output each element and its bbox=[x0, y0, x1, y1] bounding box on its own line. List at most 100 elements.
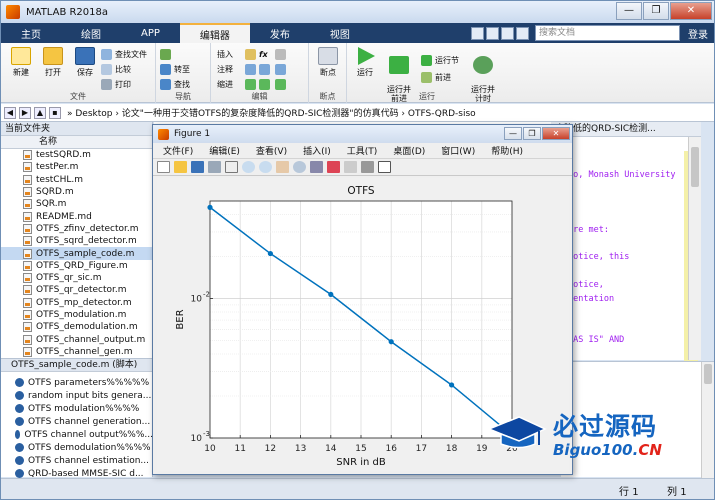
run-button[interactable]: 运行 bbox=[349, 47, 381, 78]
tab-plots[interactable]: 绘图 bbox=[61, 23, 121, 43]
tab-publish[interactable]: 发布 bbox=[250, 23, 310, 43]
back-forward-button[interactable] bbox=[160, 47, 174, 61]
code-section-item[interactable]: OTFS channel generation... bbox=[1, 415, 153, 428]
command-scrollbar[interactable] bbox=[701, 362, 714, 478]
advance-button[interactable]: 前进 bbox=[421, 70, 451, 84]
decrease-indent-button[interactable] bbox=[259, 77, 273, 91]
figure-menu-item[interactable]: 窗口(W) bbox=[441, 144, 475, 157]
name-column-header[interactable]: 名称 bbox=[1, 136, 152, 149]
code-section-item[interactable]: OTFS channel estimation... bbox=[1, 454, 153, 467]
file-list-item[interactable]: OTFS_modulation.m bbox=[1, 309, 152, 321]
tab-apps[interactable]: APP bbox=[121, 23, 180, 43]
open-button[interactable]: 打开 bbox=[37, 47, 69, 78]
file-list-item[interactable]: OTFS_channel_gen.m bbox=[1, 346, 152, 358]
folder-up-icon[interactable]: ▲ bbox=[34, 106, 46, 119]
file-list-item[interactable]: OTFS_demodulation.m bbox=[1, 321, 152, 333]
pointer-icon[interactable] bbox=[225, 161, 238, 173]
login-link[interactable]: 登录 bbox=[688, 26, 708, 41]
editor-file-tab[interactable]: 度降低的QRD-SIC检测... bbox=[551, 122, 701, 137]
indent-button[interactable]: 缩进 bbox=[217, 77, 233, 91]
breakpoints-button[interactable]: 断点 bbox=[312, 47, 344, 78]
file-list-item[interactable]: OTFS_sample_code.m bbox=[1, 247, 152, 260]
new-button[interactable]: 新建 bbox=[5, 47, 37, 78]
increase-indent-button[interactable] bbox=[275, 77, 289, 91]
figure-close-button[interactable]: ✕ bbox=[542, 127, 570, 140]
save-button[interactable]: 保存 bbox=[69, 47, 101, 78]
search-documentation-input[interactable]: 搜索文档 bbox=[535, 25, 680, 41]
find-files-button[interactable]: 查找文件 bbox=[101, 47, 147, 61]
file-list-item[interactable]: OTFS_mp_detector.m bbox=[1, 297, 152, 309]
link-icon[interactable] bbox=[344, 161, 357, 173]
tab-editor[interactable]: 编辑器 bbox=[179, 23, 250, 43]
figure-menu-item[interactable]: 查看(V) bbox=[256, 144, 287, 157]
file-list-item[interactable]: README.md bbox=[1, 210, 152, 222]
wrap-button[interactable] bbox=[275, 47, 289, 61]
figure-menu-item[interactable]: 桌面(D) bbox=[393, 144, 425, 157]
open-file-icon[interactable] bbox=[174, 161, 187, 173]
quick-save-icon[interactable] bbox=[471, 26, 484, 40]
file-list-item[interactable]: OTFS_qr_sic.m bbox=[1, 272, 152, 284]
editor-scrollbar-thumb[interactable] bbox=[691, 147, 699, 187]
file-list-item[interactable]: OTFS_zfinv_detector.m bbox=[1, 223, 152, 235]
tab-view[interactable]: 视图 bbox=[310, 23, 370, 43]
file-list-item[interactable]: OTFS_sqrd_detector.m bbox=[1, 235, 152, 247]
code-section-item[interactable]: random input bits genera... bbox=[1, 389, 153, 402]
back-arrow-icon[interactable]: ◀ bbox=[4, 106, 16, 119]
colorbar-icon[interactable] bbox=[361, 161, 374, 173]
code-section-item[interactable]: OTFS channel output%%%... bbox=[1, 428, 153, 441]
forward-arrow-icon[interactable]: ▶ bbox=[19, 106, 31, 119]
help-icon[interactable] bbox=[516, 26, 529, 40]
print-button[interactable]: 打印 bbox=[101, 77, 131, 91]
insert-button[interactable]: 插入 bbox=[217, 47, 233, 61]
print-figure-icon[interactable] bbox=[208, 161, 221, 173]
figure-menu-item[interactable]: 帮助(H) bbox=[491, 144, 523, 157]
goto-button[interactable]: 转至 bbox=[160, 62, 190, 76]
quick-undo-icon[interactable] bbox=[486, 26, 499, 40]
file-list-item[interactable]: testSQRD.m bbox=[1, 149, 152, 161]
data-cursor-icon[interactable] bbox=[310, 161, 323, 173]
zoom-in-icon[interactable] bbox=[242, 161, 255, 173]
code-section-item[interactable]: OTFS parameters%%%%% bbox=[1, 376, 153, 389]
file-list-item[interactable]: testCHL.m bbox=[1, 174, 152, 186]
maximize-button[interactable]: ❐ bbox=[643, 2, 669, 20]
save-figure-icon[interactable] bbox=[191, 161, 204, 173]
file-list-item[interactable]: testPer.m bbox=[1, 161, 152, 173]
figure-menu-item[interactable]: 插入(I) bbox=[303, 144, 331, 157]
figure-menu-item[interactable]: 文件(F) bbox=[163, 144, 193, 157]
legend-icon[interactable] bbox=[378, 161, 391, 173]
editor-scrollbar[interactable] bbox=[688, 137, 701, 360]
close-button[interactable]: ✕ bbox=[670, 2, 712, 20]
minimize-button[interactable]: — bbox=[616, 2, 642, 20]
file-list-item[interactable]: OTFS_QRD_Figure.m bbox=[1, 260, 152, 272]
zoom-out-icon[interactable] bbox=[259, 161, 272, 173]
path-breadcrumb[interactable]: » Desktop › 论文"一种用于交错OTFS的复杂度降低的QRD-SIC检… bbox=[67, 106, 667, 119]
run-section-button[interactable]: 运行节 bbox=[421, 53, 459, 67]
rotate-icon[interactable] bbox=[293, 161, 306, 173]
figure-minimize-button[interactable]: — bbox=[504, 127, 522, 140]
quick-redo-icon[interactable] bbox=[501, 26, 514, 40]
browse-folder-icon[interactable]: ▪ bbox=[49, 106, 61, 119]
file-list-item[interactable]: OTFS_channel_output.m bbox=[1, 333, 152, 345]
code-section-item[interactable]: OTFS demodulation%%%% bbox=[1, 441, 153, 454]
comment-percent-button[interactable] bbox=[245, 62, 259, 76]
brush-icon[interactable] bbox=[327, 161, 340, 173]
code-section-item[interactable]: OTFS modulation%%%% bbox=[1, 402, 153, 415]
fx-button[interactable]: fx bbox=[259, 47, 268, 61]
compare-button[interactable]: 比较 bbox=[101, 62, 131, 76]
figure-maximize-button[interactable]: ❐ bbox=[523, 127, 541, 140]
command-scrollbar-thumb[interactable] bbox=[704, 364, 712, 384]
file-list-item[interactable]: OTFS_qr_detector.m bbox=[1, 284, 152, 296]
file-list-item[interactable]: SQR.m bbox=[1, 198, 152, 210]
wrap-comments-button[interactable] bbox=[275, 62, 289, 76]
insert-section-button[interactable] bbox=[245, 47, 259, 61]
figure-menu-item[interactable]: 编辑(E) bbox=[209, 144, 240, 157]
pan-icon[interactable] bbox=[276, 161, 289, 173]
smart-indent-button[interactable] bbox=[245, 77, 259, 91]
find-button[interactable]: 查找 bbox=[160, 77, 190, 91]
tab-home[interactable]: 主页 bbox=[1, 23, 61, 43]
uncomment-button[interactable] bbox=[259, 62, 273, 76]
file-list-item[interactable]: SQRD.m bbox=[1, 186, 152, 198]
comment-button[interactable]: 注释 bbox=[217, 62, 233, 76]
new-figure-icon[interactable] bbox=[157, 161, 170, 173]
figure-menu-item[interactable]: 工具(T) bbox=[347, 144, 378, 157]
